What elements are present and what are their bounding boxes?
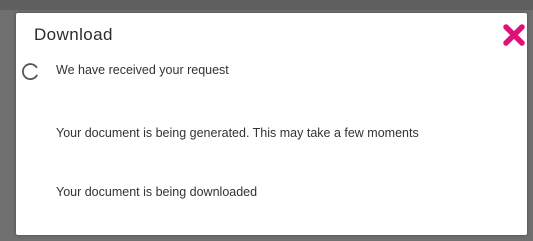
- close-button[interactable]: [501, 22, 527, 48]
- dialog-title: Download: [34, 25, 113, 44]
- step-generating: Your document is being generated. This m…: [56, 126, 419, 140]
- step-received: We have received your request: [56, 63, 229, 77]
- loading-spinner-icon: [21, 62, 40, 81]
- download-dialog: Download We have received your request Y…: [16, 13, 527, 235]
- backdrop-top-band: [0, 0, 533, 10]
- close-x-icon: [503, 24, 525, 46]
- step-downloading: Your document is being downloaded: [56, 185, 258, 199]
